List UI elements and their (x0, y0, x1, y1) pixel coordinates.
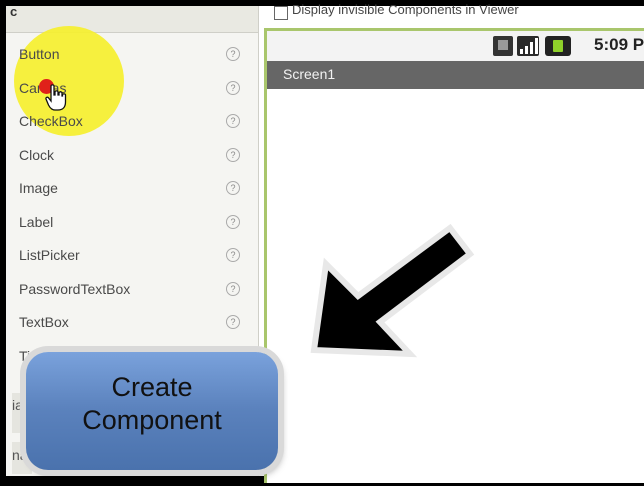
status-time: 5:09 P (594, 35, 644, 54)
palette-item-label: ListPicker (19, 247, 80, 263)
help-icon[interactable]: ? (226, 80, 240, 95)
palette-header: c (6, 6, 258, 33)
battery-icon (545, 36, 571, 56)
palette-item-label-text: Label (19, 213, 54, 230)
create-component-line1: Create (111, 372, 193, 402)
palette-item-passwordtextbox[interactable]: PasswordTextBox ? (6, 278, 258, 312)
palette-item-label: CheckBox (19, 113, 83, 129)
help-icon[interactable]: ? (226, 214, 240, 229)
help-icon[interactable]: ? (226, 281, 240, 296)
display-invisible-checkbox[interactable] (274, 6, 288, 20)
phone-status-bar: 5:09 P (267, 31, 644, 61)
palette-item-label: Image (19, 180, 58, 196)
palette-item-label[interactable]: Label ? (6, 211, 258, 245)
palette-item-label: Ti (19, 347, 31, 364)
notification-icon (493, 36, 513, 56)
screen-title-bar: Screen1 (267, 61, 644, 89)
help-icon[interactable]: ? (226, 315, 240, 329)
screen-title: Screen1 (283, 66, 336, 82)
help-icon[interactable]: ? (226, 248, 240, 262)
palette-header-text: c (10, 6, 18, 19)
palette-item-label: Button (19, 46, 60, 62)
create-component-button[interactable]: Create Component (26, 352, 278, 470)
palette-item-label: PasswordTextBox (19, 280, 131, 297)
help-icon[interactable]: ? (226, 147, 240, 162)
signal-icon (517, 36, 539, 56)
help-icon[interactable]: ? (226, 47, 240, 61)
palette-item-button[interactable]: Button ? (6, 43, 258, 77)
palette-item-label: Clock (19, 146, 55, 163)
palette-item-textbox[interactable]: TextBox ? (6, 311, 258, 345)
palette-item-checkbox[interactable]: CheckBox ? (6, 110, 258, 144)
help-icon[interactable]: ? (226, 181, 240, 195)
help-icon[interactable]: ? (226, 114, 240, 128)
display-invisible-label: Display invisible Components in Viewer (292, 2, 519, 17)
palette-section-label: ia (12, 397, 23, 413)
palette-item-listpicker[interactable]: ListPicker ? (6, 244, 258, 278)
arrow-icon (310, 223, 475, 358)
palette-item-image[interactable]: Image ? (6, 177, 258, 211)
palette-item-label: TextBox (19, 314, 69, 330)
hand-cursor-icon (45, 84, 67, 111)
palette-item-clock[interactable]: Clock ? (6, 144, 258, 178)
create-component-line2: Component (82, 405, 222, 435)
